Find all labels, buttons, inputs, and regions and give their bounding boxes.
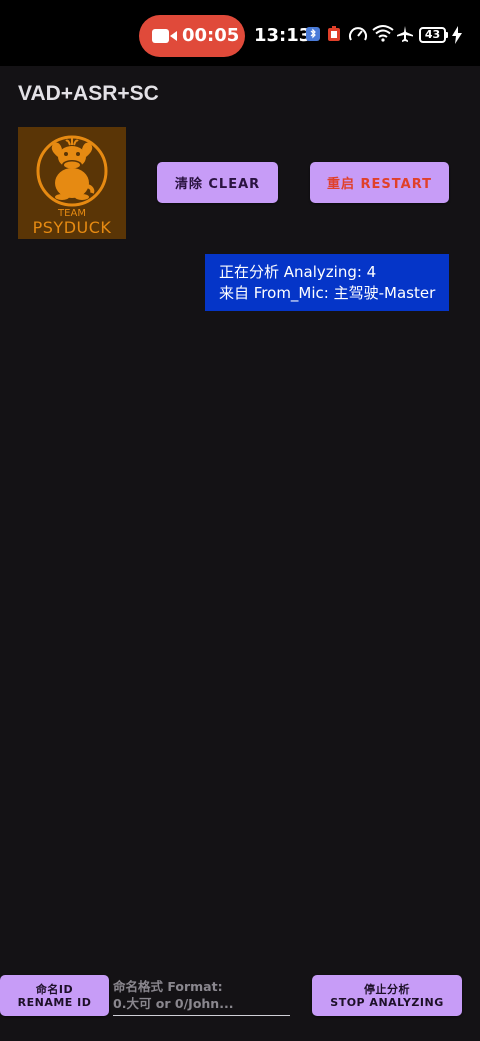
input-placeholder-line1: 命名格式 Format: xyxy=(113,979,223,994)
app-title: VAD+ASR+SC xyxy=(18,82,159,105)
rename-id-button[interactable]: 命名ID RENAME ID xyxy=(0,975,109,1016)
restart-button[interactable]: 重启 RESTART xyxy=(310,162,449,203)
analyzing-status-panel: 正在分析 Analyzing: 4 来自 From_Mic: 主驾驶-Maste… xyxy=(205,254,449,311)
stop-button-label-cn: 停止分析 xyxy=(364,982,410,996)
analyzing-source-text: 来自 From_Mic: 主驾驶-Master xyxy=(219,284,436,302)
battery-saver-icon xyxy=(328,26,340,41)
bluetooth-icon xyxy=(306,27,320,41)
rename-id-input[interactable]: 命名格式 Format: 0.大可 or 0/John... xyxy=(113,978,290,1016)
wifi-icon xyxy=(372,25,394,42)
battery-indicator: 43 xyxy=(419,27,446,43)
logo-text-bottom: PSYDUCK xyxy=(32,218,112,237)
stop-button-label-en: STOP ANALYZING xyxy=(330,995,444,1009)
stop-analyzing-button[interactable]: 停止分析 STOP ANALYZING xyxy=(312,975,462,1016)
clear-button[interactable]: 清除 CLEAR xyxy=(157,162,278,203)
recording-time: 00:05 xyxy=(182,25,240,46)
charging-icon xyxy=(452,26,462,44)
rename-button-label-cn: 命名ID xyxy=(35,982,74,996)
status-bar: 00:05 13:13 43 xyxy=(0,0,480,66)
input-placeholder-line2: 0.大可 or 0/John... xyxy=(113,996,234,1011)
battery-cap xyxy=(446,32,448,38)
team-psyduck-logo: TEAM PSYDUCK xyxy=(18,127,126,239)
rename-button-label-en: RENAME ID xyxy=(17,995,92,1009)
screen-recording-indicator[interactable]: 00:05 xyxy=(139,15,245,57)
analyzing-count-text: 正在分析 Analyzing: 4 xyxy=(219,263,377,281)
airplane-icon xyxy=(397,26,413,42)
video-camera-icon xyxy=(152,29,177,43)
app-screen: 00:05 13:13 43 VAD+ASR+SC TEAM PSYDUCK 清… xyxy=(0,0,480,1041)
status-clock: 13:13 xyxy=(254,25,312,46)
speedometer-icon xyxy=(349,27,367,41)
